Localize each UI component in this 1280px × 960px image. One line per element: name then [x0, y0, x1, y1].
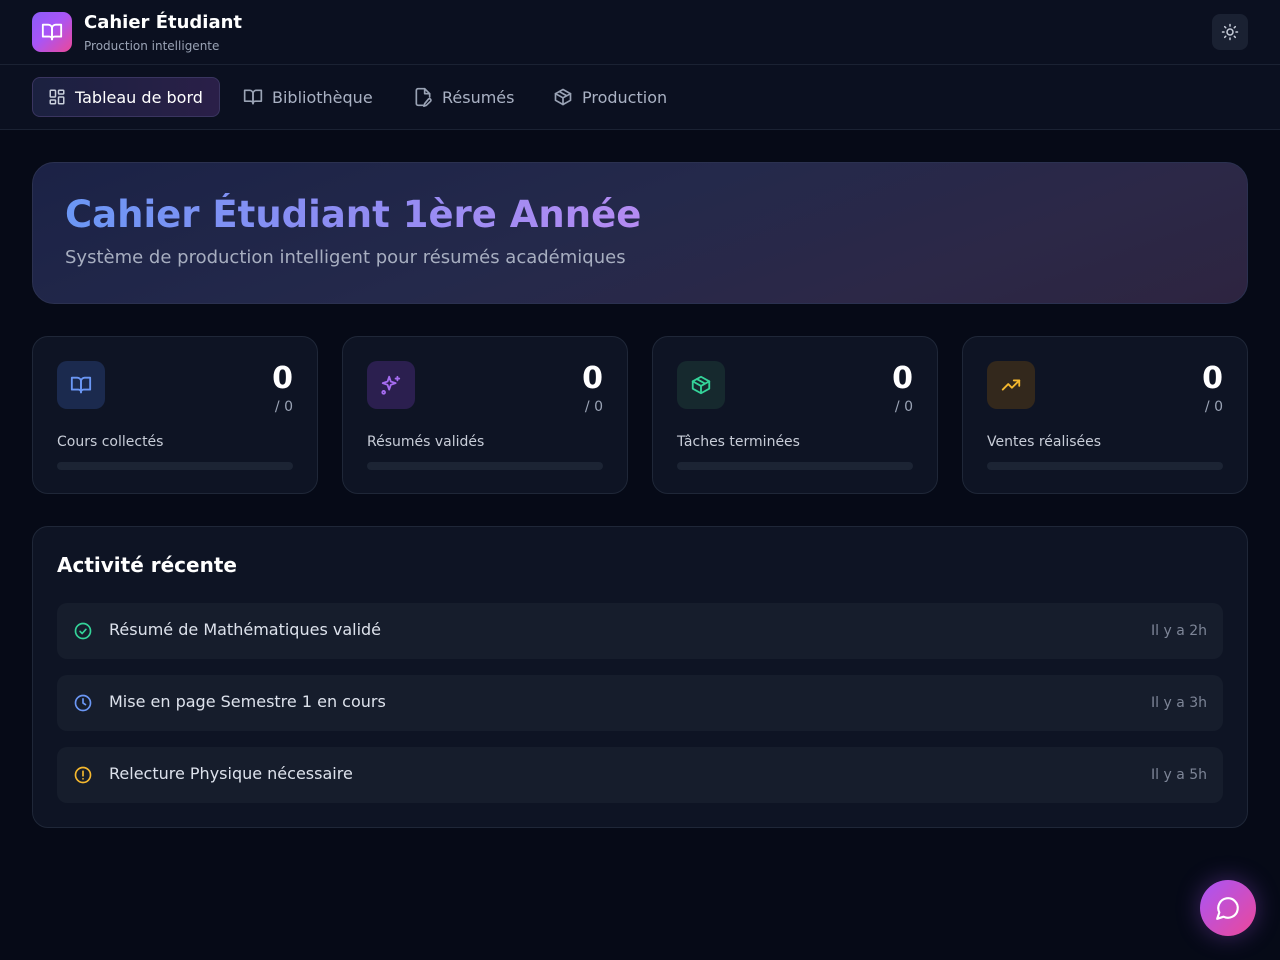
hero-title: Cahier Étudiant 1ère Année: [65, 193, 642, 236]
check-circle-icon: [74, 622, 92, 640]
package-icon: [691, 375, 711, 395]
layout-dashboard-icon: [49, 89, 65, 105]
tab-bibliotheque[interactable]: Bibliothèque: [228, 77, 389, 117]
sparkles-icon: [381, 375, 401, 395]
stat-total: / 0: [1204, 399, 1223, 415]
tab-production[interactable]: Production: [538, 77, 683, 117]
book-open-icon: [70, 376, 92, 394]
progress-bar: [987, 462, 1223, 470]
tab-label: Production: [582, 87, 668, 107]
stat-total: / 0: [584, 399, 603, 415]
tab-tableau-de-bord[interactable]: Tableau de bord: [32, 77, 220, 117]
activity-icon: [73, 765, 93, 785]
alert-circle-icon: [74, 766, 92, 784]
app-logo: [32, 12, 72, 52]
stat-value: 0: [582, 361, 603, 396]
activity-icon: [73, 621, 93, 641]
activity-title: Activité récente: [57, 553, 237, 577]
progress-bar: [57, 462, 293, 470]
tab-label: Tableau de bord: [75, 87, 203, 107]
file-pen-icon: [415, 87, 432, 107]
stat-icon-wrapper: [987, 361, 1035, 409]
stat-value: 0: [272, 361, 293, 396]
stat-icon-wrapper: [367, 361, 415, 409]
tab-label: Résumés: [442, 87, 515, 107]
stat-icon-wrapper: [677, 361, 725, 409]
stat-card-cours: 0 / 0 Cours collectés: [32, 336, 318, 494]
stat-label: Tâches terminées: [677, 434, 800, 450]
hero-banner: Cahier Étudiant 1ère Année Système de pr…: [32, 162, 1248, 304]
package-icon: [554, 88, 572, 106]
main-nav: Tableau de bord Bibliothèque Résumés Pro…: [0, 65, 1280, 130]
app-header: Cahier Étudiant Production intelligente: [0, 0, 1280, 65]
stat-card-ventes: 0 / 0 Ventes réalisées: [962, 336, 1248, 494]
stat-card-taches: 0 / 0 Tâches terminées: [652, 336, 938, 494]
stat-value: 0: [892, 361, 913, 396]
activity-item[interactable]: Mise en page Semestre 1 en cours Il y a …: [57, 675, 1223, 731]
book-open-icon: [243, 89, 263, 105]
theme-toggle-button[interactable]: [1212, 14, 1248, 50]
stat-value: 0: [1202, 361, 1223, 396]
tab-label: Bibliothèque: [272, 87, 373, 107]
stat-label: Ventes réalisées: [987, 434, 1102, 450]
activity-text: Résumé de Mathématiques validé: [109, 620, 382, 639]
activity-item[interactable]: Résumé de Mathématiques validé Il y a 2h: [57, 603, 1223, 659]
activity-time: Il y a 3h: [1150, 695, 1207, 711]
activity-text: Mise en page Semestre 1 en cours: [109, 692, 386, 711]
clock-icon: [74, 694, 92, 712]
book-open-icon: [41, 23, 63, 41]
tab-resumes[interactable]: Résumés: [398, 77, 530, 117]
stat-label: Résumés validés: [367, 434, 485, 450]
activity-item[interactable]: Relecture Physique nécessaire Il y a 5h: [57, 747, 1223, 803]
app-subtitle: Production intelligente: [84, 39, 220, 53]
recent-activity-panel: Activité récente Résumé de Mathématiques…: [32, 526, 1248, 828]
stat-total: / 0: [274, 399, 293, 415]
activity-text: Relecture Physique nécessaire: [109, 764, 353, 783]
hero-subtitle: Système de production intelligent pour r…: [65, 247, 626, 268]
sun-icon: [1221, 23, 1239, 41]
progress-bar: [677, 462, 913, 470]
activity-time: Il y a 2h: [1150, 623, 1207, 639]
stat-icon-wrapper: [57, 361, 105, 409]
progress-bar: [367, 462, 603, 470]
app-title: Cahier Étudiant: [84, 12, 243, 33]
stat-label: Cours collectés: [57, 434, 164, 450]
activity-time: Il y a 5h: [1150, 767, 1207, 783]
trending-up-icon: [1001, 379, 1021, 391]
chat-button[interactable]: [1200, 880, 1256, 936]
activity-icon: [73, 693, 93, 713]
message-circle-icon: [1216, 897, 1239, 920]
stat-card-resumes: 0 / 0 Résumés validés: [342, 336, 628, 494]
stat-total: / 0: [894, 399, 913, 415]
